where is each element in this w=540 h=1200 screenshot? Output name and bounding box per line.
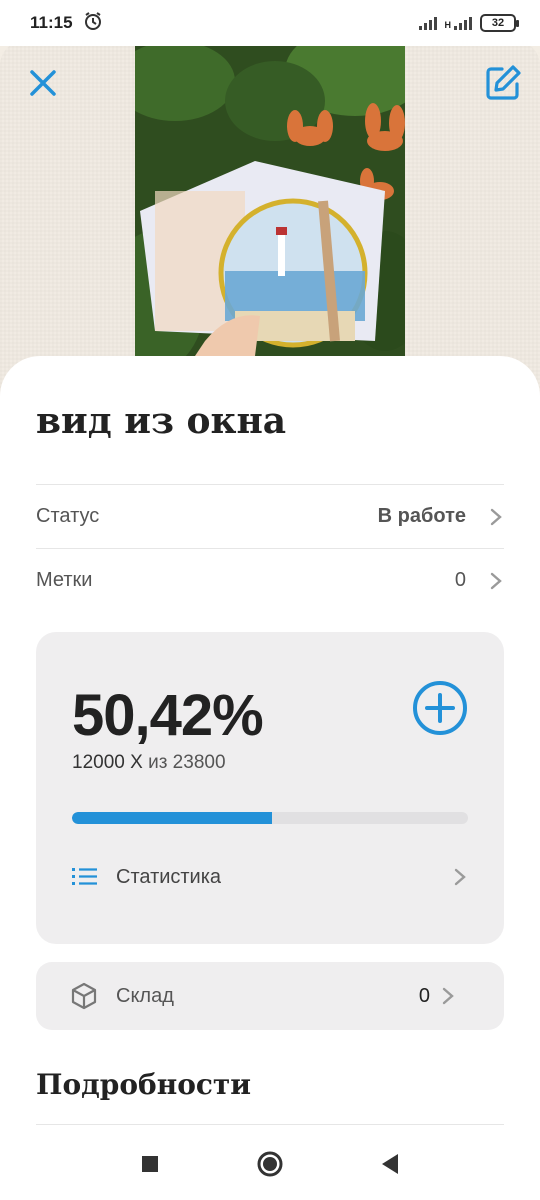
statistics-label: Статистика <box>116 865 222 888</box>
chevron-right-icon <box>488 508 504 525</box>
back-triangle-icon <box>382 1154 398 1174</box>
system-nav-bar <box>0 1128 540 1200</box>
storage-row[interactable]: Склад 0 <box>36 962 504 1030</box>
status-time: 11:15 <box>30 13 73 32</box>
progress-bar-fill <box>72 812 272 824</box>
details-heading: Подробности <box>36 1068 252 1101</box>
network-type: H <box>444 20 452 30</box>
edit-icon <box>486 65 521 100</box>
tags-label: Метки <box>36 569 93 591</box>
progress-count: 12000 X из 23800 <box>72 752 226 774</box>
tags-value: 0 <box>454 569 466 591</box>
stitches-total: из 23800 <box>148 752 226 773</box>
back-button[interactable] <box>370 1144 410 1184</box>
tags-row[interactable]: Метки 0 <box>36 548 504 612</box>
progress-bar <box>72 812 468 824</box>
plus-circle-icon <box>413 681 467 735</box>
signal-icon-2: H <box>444 16 472 30</box>
chevron-right-icon <box>452 868 468 886</box>
stitches-done: 12000 X <box>72 752 143 773</box>
battery-level: 32 <box>491 17 505 29</box>
chevron-right-icon <box>488 572 504 589</box>
progress-card: 50,42% 12000 X из 23800 Статистика <box>36 632 504 944</box>
alarm-icon <box>83 11 103 36</box>
signal-icon <box>418 16 437 30</box>
status-row[interactable]: Статус В работе <box>36 484 504 548</box>
list-icon <box>72 868 97 885</box>
project-title: вид из окна <box>36 400 287 442</box>
close-icon <box>30 70 56 96</box>
chevron-right-icon <box>440 987 456 1005</box>
status-value: В работе <box>377 505 466 527</box>
close-button[interactable] <box>26 66 60 100</box>
storage-value: 0 <box>418 984 430 1007</box>
square-icon <box>142 1156 158 1172</box>
project-sheet: вид из окна Статус В работе Метки 0 50,4… <box>0 356 540 1200</box>
status-label: Статус <box>36 505 100 527</box>
statistics-row[interactable]: Статистика <box>72 862 468 892</box>
recents-button[interactable] <box>130 1144 170 1184</box>
add-progress-button[interactable] <box>412 680 468 736</box>
battery-icon: 32 <box>480 14 519 32</box>
progress-percent: 50,42% <box>72 683 264 748</box>
box-icon <box>71 982 97 1010</box>
home-circle-icon <box>257 1151 283 1177</box>
divider <box>36 1124 504 1125</box>
project-photo <box>135 41 405 356</box>
edit-button[interactable] <box>484 64 522 102</box>
status-bar: 11:15 H 32 <box>0 0 540 46</box>
home-button[interactable] <box>250 1144 290 1184</box>
storage-label: Склад <box>116 984 174 1007</box>
